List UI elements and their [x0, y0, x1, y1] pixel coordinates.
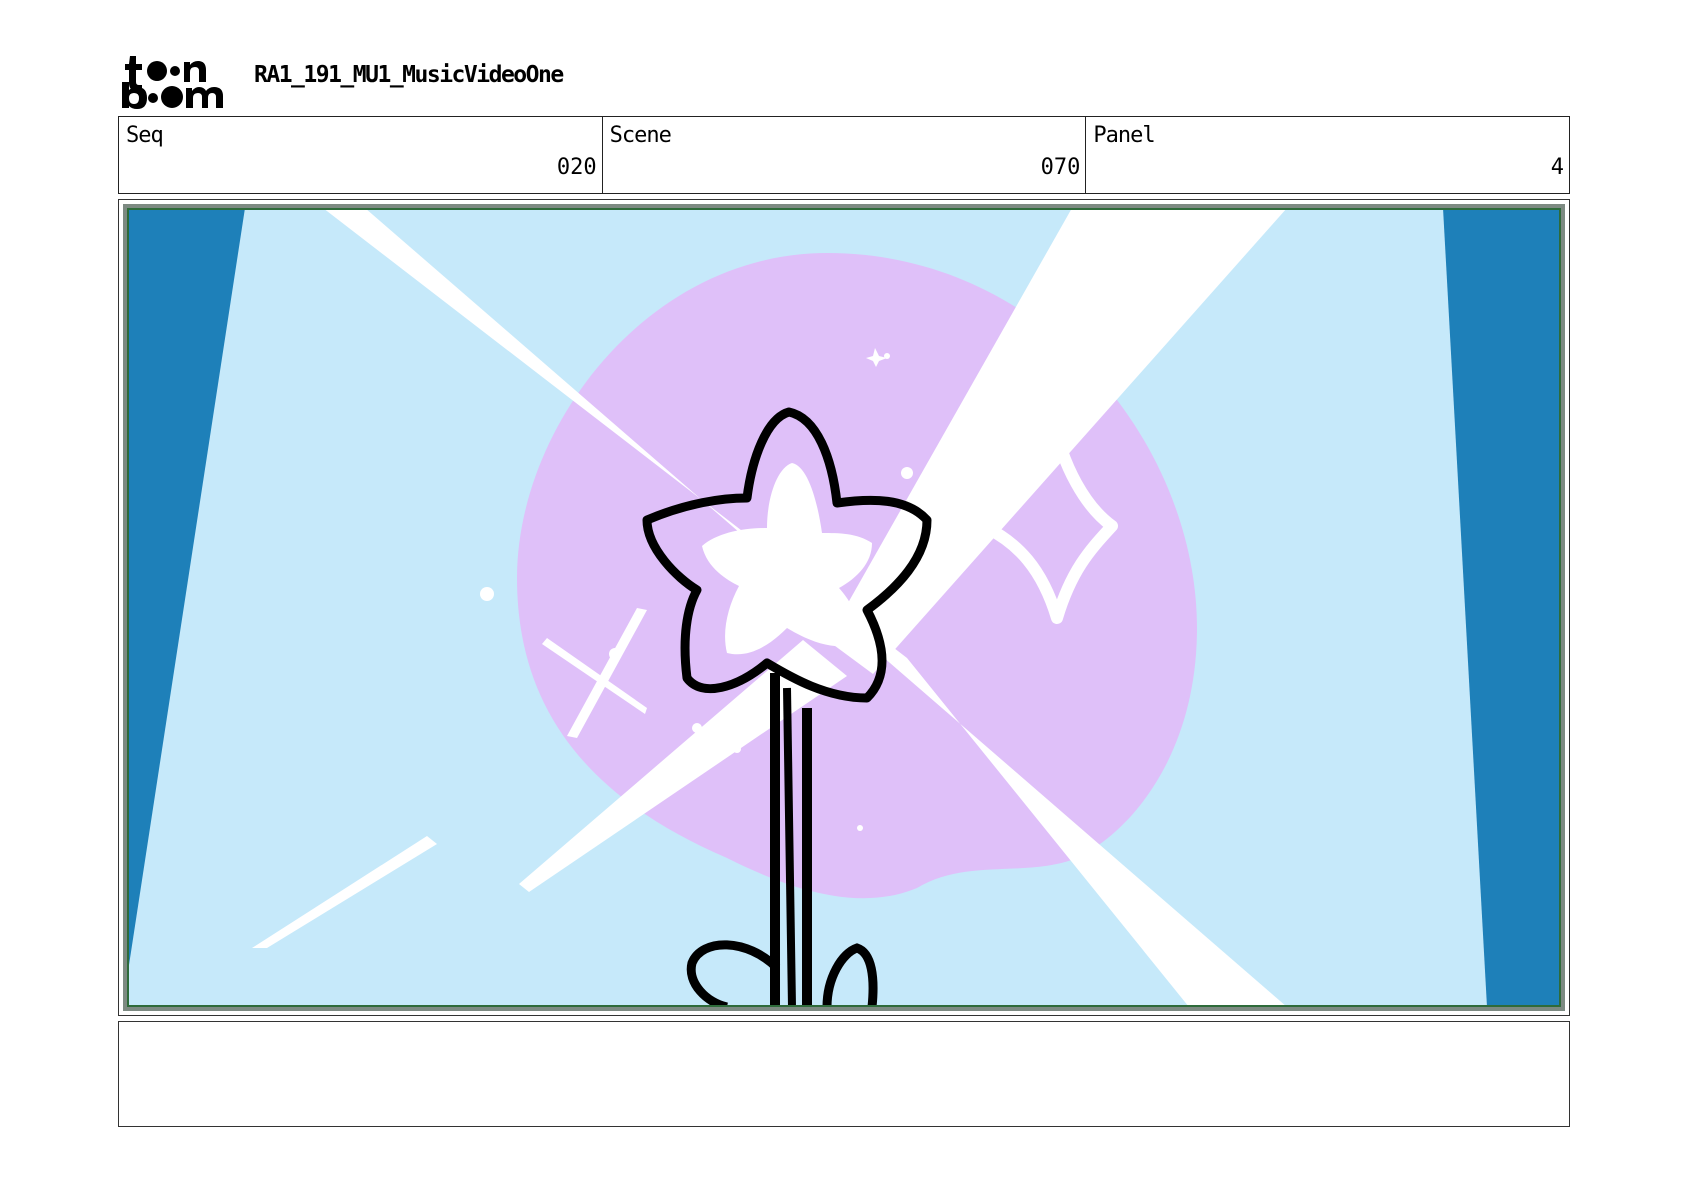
- seq-value: 020: [556, 155, 597, 180]
- project-title: RA1_191_MU1_MusicVideoOne: [254, 62, 564, 88]
- panel-info-table: Seq 020 Scene 070 Panel 4: [118, 116, 1570, 194]
- scene-cell: Scene 070: [603, 117, 1087, 193]
- scene-value: 070: [1040, 155, 1081, 180]
- scene-label: Scene: [609, 123, 672, 148]
- panel-label: Panel: [1093, 123, 1155, 148]
- seq-label: Seq: [126, 123, 164, 148]
- toon-boom-logo: [122, 50, 232, 110]
- flower-illustration: [127, 208, 1561, 1007]
- notes-box: [118, 1021, 1570, 1127]
- panel-image: [123, 204, 1565, 1011]
- panel-cell: Panel 4: [1086, 117, 1569, 193]
- panel-value: 4: [1550, 155, 1565, 180]
- seq-cell: Seq 020: [119, 117, 603, 193]
- storyboard-panel: [118, 199, 1570, 1016]
